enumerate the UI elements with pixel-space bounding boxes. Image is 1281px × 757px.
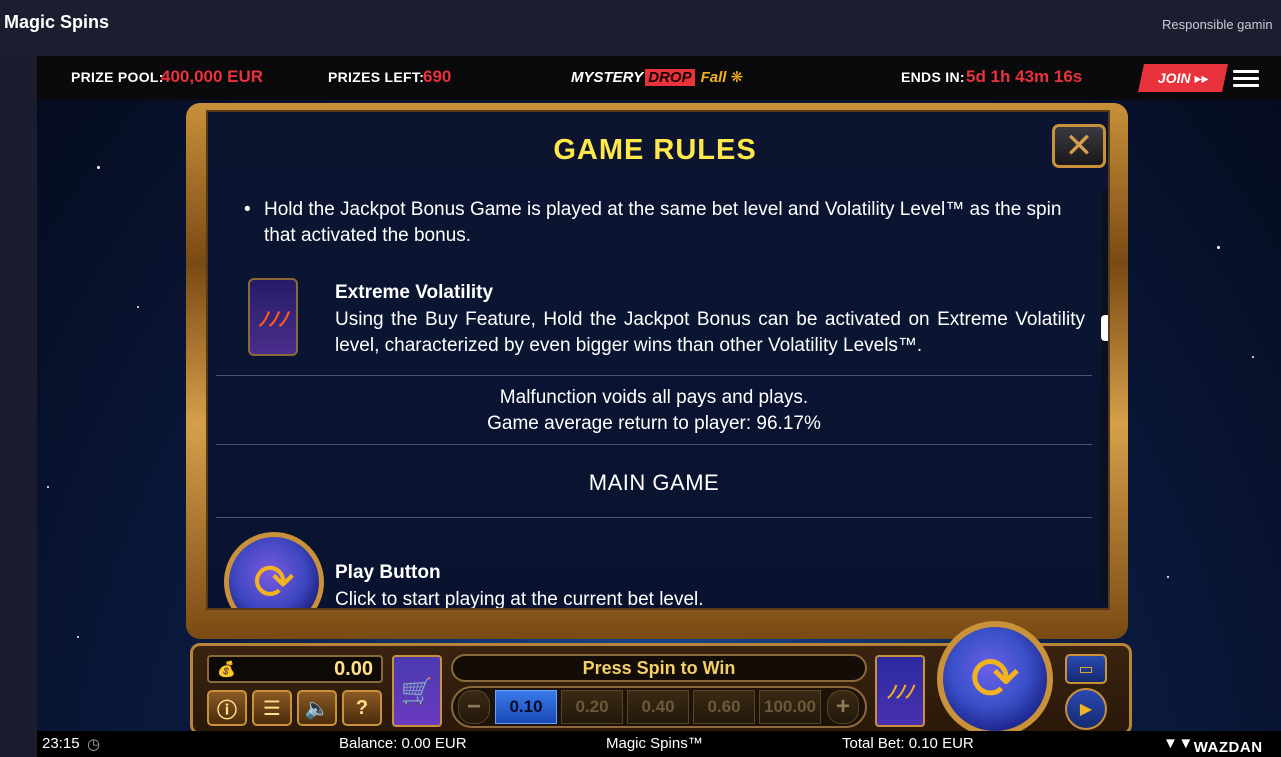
- promo-bar: PRIZE POOL: 400,000 EUR PRIZES LEFT: 690…: [37, 56, 1281, 100]
- bet-option[interactable]: 0.10: [495, 690, 557, 724]
- status-bar: 23:15 ◷ Balance: 0.00 EUR Magic Spins™ T…: [37, 731, 1281, 757]
- play-button-icon: ⟳: [224, 532, 324, 608]
- bet-minus-button[interactable]: −: [458, 690, 490, 724]
- main-game-heading: MAIN GAME: [588, 470, 720, 495]
- mystery-drop-logo: MYSTERY DROP Fall ❋: [571, 69, 744, 86]
- sound-icon[interactable]: 🔈: [297, 690, 337, 726]
- rule-bullet: Hold the Jackpot Bonus Game is played at…: [244, 197, 1086, 249]
- prize-pool-label: PRIZE POOL:: [71, 69, 164, 85]
- provider-logo: ▼▼ WAZDAN: [1163, 735, 1263, 756]
- status-game-name: Magic Spins™: [606, 735, 703, 752]
- play-button-heading: Play Button: [335, 562, 441, 583]
- close-icon[interactable]: ✕: [1052, 124, 1106, 168]
- scrollbar-thumb[interactable]: [1101, 315, 1108, 341]
- bet-option[interactable]: 0.40: [627, 690, 689, 724]
- buy-feature-cart-icon[interactable]: 🛒: [392, 655, 442, 727]
- ends-in-label: ENDS IN:: [901, 69, 965, 85]
- bet-option[interactable]: 100.00: [759, 690, 821, 724]
- rules-scrollbar[interactable]: [1101, 190, 1108, 605]
- volatility-selector-icon[interactable]: ﾉﾉﾉ: [875, 655, 925, 727]
- clock-time: 23:15: [42, 735, 80, 752]
- malfunction-text: Malfunction voids all pays and plays.: [499, 387, 809, 408]
- info-icon[interactable]: ⓘ: [207, 690, 247, 726]
- divider: [216, 375, 1092, 376]
- rules-panel: GAME RULES ✕ Hold the Jackpot Bonus Game…: [206, 110, 1110, 610]
- status-balance: Balance: 0.00 EUR: [339, 735, 467, 752]
- clock-icon: ◷: [87, 736, 101, 753]
- join-button[interactable]: JOIN ▸▸: [1138, 64, 1228, 92]
- menu-icon[interactable]: ☰: [252, 690, 292, 726]
- money-bag-icon: 💰: [217, 661, 236, 678]
- site-brand[interactable]: Magic Spins: [4, 12, 109, 33]
- divider: [216, 517, 1092, 518]
- prizes-left-value: 690: [423, 67, 452, 86]
- ends-in-value: 5d 1h 43m 16s: [966, 67, 1083, 86]
- message-display: Press Spin to Win: [451, 654, 867, 682]
- autoplay-icon[interactable]: ▶: [1065, 688, 1107, 730]
- extreme-volatility-heading: Extreme Volatility: [335, 282, 494, 303]
- extreme-volatility-icon: ﾉﾉﾉ: [248, 278, 298, 356]
- responsible-gaming-link[interactable]: Responsible gamin: [1162, 17, 1273, 32]
- site-header: Magic Spins Responsible gamin: [0, 0, 1281, 56]
- spin-button[interactable]: ⟳: [937, 621, 1053, 737]
- extreme-volatility-text: Using the Buy Feature, Hold the Jackpot …: [335, 309, 1085, 356]
- rtp-text: Game average return to player: 96.17%: [487, 413, 821, 434]
- bet-plus-button[interactable]: +: [827, 690, 859, 724]
- hamburger-icon[interactable]: [1233, 70, 1259, 88]
- status-total-bet: Total Bet: 0.10 EUR: [842, 735, 974, 752]
- prizes-left-label: PRIZES LEFT:: [328, 69, 425, 85]
- help-button[interactable]: ?: [342, 690, 382, 726]
- prize-pool-value: 400,000 EUR: [161, 67, 264, 86]
- bet-option[interactable]: 0.60: [693, 690, 755, 724]
- bet-option[interactable]: 0.20: [561, 690, 623, 724]
- balance-display: 💰 0.00: [207, 655, 383, 683]
- rules-title: GAME RULES: [553, 134, 757, 166]
- play-button-text: Click to start playing at the current be…: [335, 589, 704, 610]
- screen-mode-icon[interactable]: ▭: [1065, 654, 1107, 684]
- balance-amount: 0.00: [334, 658, 373, 680]
- divider: [216, 444, 1092, 445]
